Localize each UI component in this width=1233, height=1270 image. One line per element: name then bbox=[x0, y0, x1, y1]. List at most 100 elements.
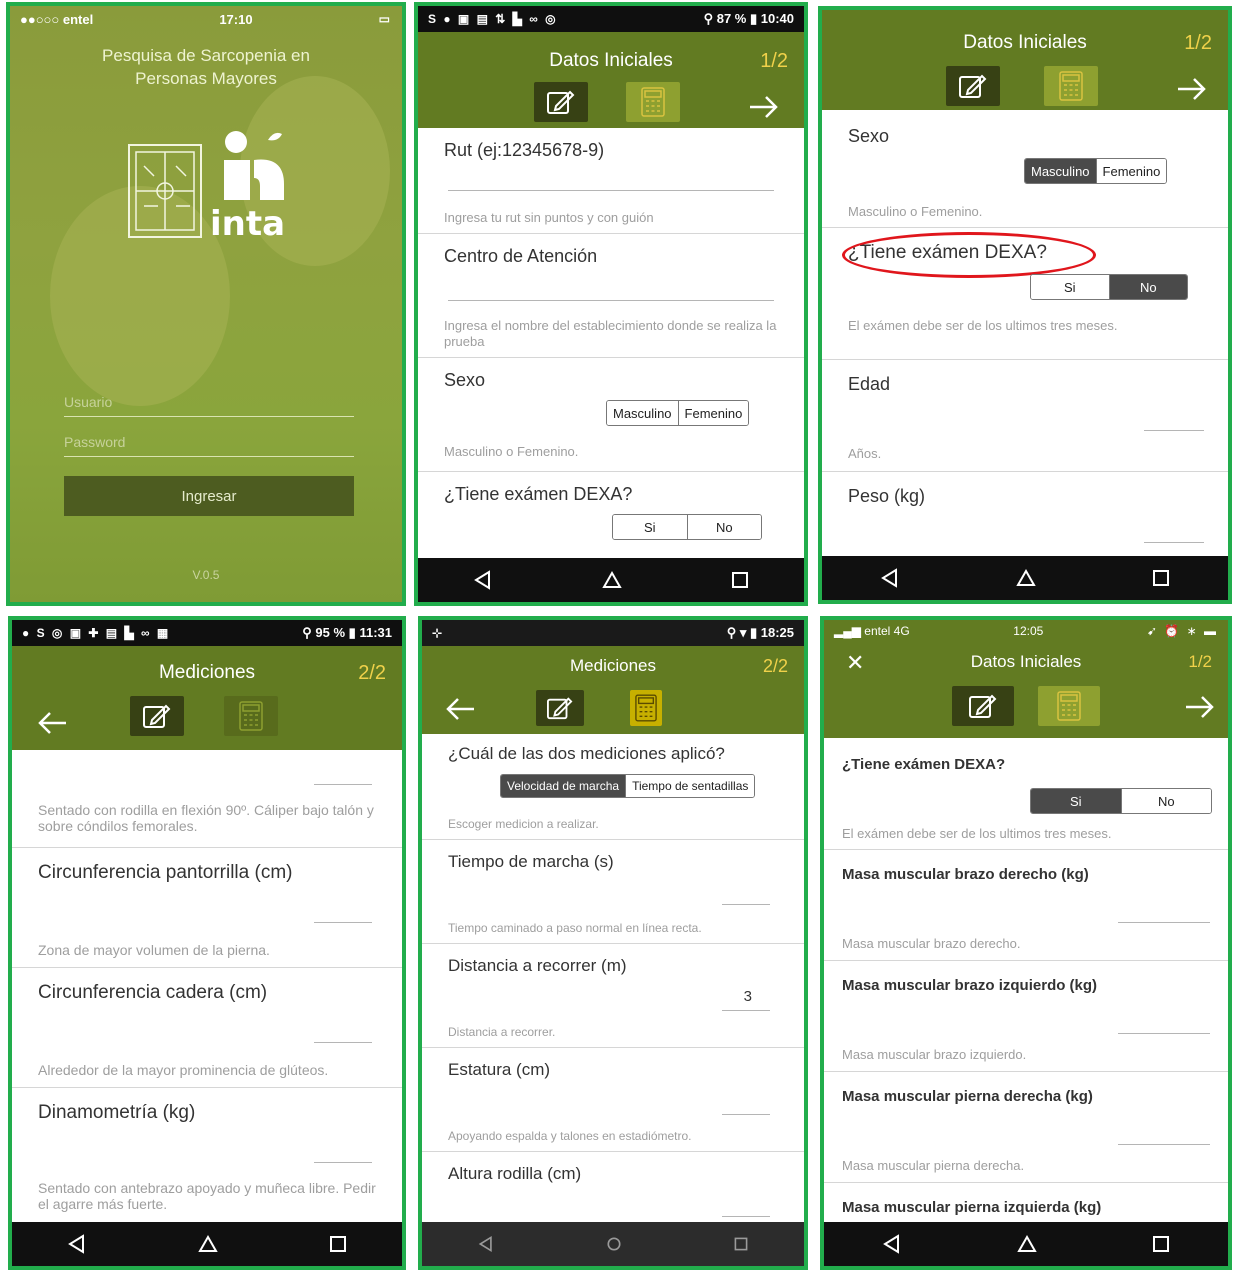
page-indicator: 1/2 bbox=[760, 50, 788, 72]
page-indicator: 1/2 bbox=[1184, 32, 1212, 54]
screen-title: Mediciones bbox=[570, 656, 656, 675]
app-header: Mediciones 2/2 bbox=[12, 646, 402, 750]
no-option[interactable]: No bbox=[686, 515, 761, 539]
femenino-option[interactable]: Femenino bbox=[677, 401, 749, 425]
clock: 10:40 bbox=[760, 11, 794, 26]
calculator-tab-button[interactable] bbox=[630, 690, 662, 726]
battery-icon: ▭ bbox=[378, 12, 392, 26]
distancia-recorrer-value[interactable]: 3 bbox=[744, 988, 752, 1005]
status-bar: ▂▄▆ entel 4G 12:05 ➹ ⏰ ∗ ▬ bbox=[824, 620, 1228, 642]
edit-tab-button[interactable] bbox=[946, 66, 1000, 106]
sexo-selector: Masculino Femenino bbox=[606, 400, 750, 426]
android-nav-bar bbox=[418, 558, 804, 602]
datos-iniciales-screen-a: S ● ▣ ▤ ⇅ ▙ ∞ ◎ ⚲ 87 % ▮ 10:40 Datos Ini… bbox=[414, 2, 808, 606]
circunferencia-cadera-input[interactable] bbox=[314, 1042, 372, 1043]
carrier-text: entel bbox=[864, 624, 891, 638]
calculator-tab-button[interactable] bbox=[626, 82, 680, 122]
signal-icon: ▂▄▆ bbox=[834, 624, 865, 638]
masculino-option[interactable]: Masculino bbox=[607, 401, 678, 425]
sexo-field: Sexo Masculino Femenino Masculino o Feme… bbox=[822, 110, 1228, 228]
masculino-option[interactable]: Masculino bbox=[1025, 159, 1096, 183]
tiempo-marcha-input[interactable] bbox=[722, 904, 770, 905]
page-indicator: 1/2 bbox=[1188, 652, 1212, 671]
velocidad-marcha-option[interactable]: Velocidad de marcha bbox=[501, 775, 626, 797]
centro-atencion-input[interactable] bbox=[448, 300, 774, 301]
triangle-back-icon[interactable] bbox=[66, 1233, 88, 1255]
distancia-recorrer-input[interactable] bbox=[722, 1010, 770, 1011]
si-option[interactable]: Si bbox=[1031, 789, 1121, 813]
square-recent-icon[interactable] bbox=[1151, 1234, 1171, 1254]
si-option[interactable]: Si bbox=[613, 515, 687, 539]
arrow-right-icon[interactable] bbox=[1180, 692, 1220, 722]
triangle-back-icon[interactable] bbox=[472, 569, 494, 591]
clock: 18:25 bbox=[760, 625, 794, 640]
no-option[interactable]: No bbox=[1108, 275, 1187, 299]
edit-tab-button[interactable] bbox=[130, 696, 184, 736]
masa-pierna-derecha-input[interactable] bbox=[1118, 1144, 1210, 1145]
triangle-back-icon[interactable] bbox=[477, 1235, 495, 1253]
clock: 17:10 bbox=[219, 11, 253, 27]
status-bar: S ● ▣ ▤ ⇅ ▙ ∞ ◎ ⚲ 87 % ▮ 10:40 bbox=[418, 6, 804, 32]
arrow-right-icon[interactable] bbox=[744, 92, 784, 122]
peso-input[interactable] bbox=[1144, 542, 1204, 543]
username-input[interactable]: Usuario bbox=[64, 394, 354, 417]
home-icon[interactable] bbox=[1016, 1233, 1038, 1255]
calculator-tab-button[interactable] bbox=[224, 696, 278, 736]
no-option[interactable]: No bbox=[1120, 789, 1211, 813]
square-recent-icon[interactable] bbox=[1151, 568, 1171, 588]
page-indicator: 2/2 bbox=[762, 656, 788, 676]
edit-tab-button[interactable] bbox=[534, 82, 588, 122]
edit-tab-button[interactable] bbox=[952, 686, 1014, 726]
tiempo-sentadillas-option[interactable]: Tiempo de sentadillas bbox=[625, 775, 755, 797]
app-title: Pesquisa de Sarcopenia en Personas Mayor… bbox=[102, 46, 310, 88]
version-label: V.0.5 bbox=[192, 568, 220, 582]
altura-rodilla-input[interactable] bbox=[722, 1216, 770, 1217]
pencil-icon bbox=[547, 90, 575, 114]
login-button[interactable]: Ingresar bbox=[64, 476, 354, 516]
masa-pierna-derecha-field: Masa muscular pierna derecha (kg) Masa m… bbox=[824, 1072, 1228, 1183]
dexa-field: ¿Tiene exámen DEXA? Si No El exámen debe… bbox=[824, 738, 1228, 850]
dinamometria-input[interactable] bbox=[314, 1162, 372, 1163]
circunferencia-pantorrilla-input[interactable] bbox=[314, 922, 372, 923]
circunferencia-cadera-field: Circunferencia cadera (cm) Alrededor de … bbox=[12, 968, 402, 1088]
femenino-option[interactable]: Femenino bbox=[1095, 159, 1167, 183]
square-recent-icon[interactable] bbox=[730, 570, 750, 590]
distancia-recorrer-field: Distancia a recorrer (m) 3 Distancia a r… bbox=[422, 944, 804, 1048]
location-icon: ⚲ bbox=[302, 625, 316, 640]
pencil-icon bbox=[143, 704, 171, 728]
triangle-back-icon[interactable] bbox=[879, 567, 901, 589]
edit-tab-button[interactable] bbox=[536, 690, 584, 726]
tiempo-marcha-field: Tiempo de marcha (s) Tiempo caminado a p… bbox=[422, 840, 804, 944]
home-icon[interactable] bbox=[601, 569, 623, 591]
arrow-left-icon[interactable] bbox=[32, 708, 72, 738]
masa-brazo-derecho-input[interactable] bbox=[1118, 922, 1210, 923]
si-option[interactable]: Si bbox=[1031, 275, 1109, 299]
form-area: Sexo Masculino Femenino Masculino o Feme… bbox=[822, 110, 1228, 600]
form-area: Rut (ej:12345678-9) Ingresa tu rut sin p… bbox=[418, 128, 804, 602]
home-icon[interactable] bbox=[605, 1235, 623, 1253]
sexo-field: Sexo Masculino Femenino Masculino o Feme… bbox=[418, 358, 804, 472]
arrow-left-icon[interactable] bbox=[440, 694, 480, 724]
edad-input[interactable] bbox=[1144, 430, 1204, 431]
previous-input[interactable] bbox=[314, 784, 372, 785]
android-nav-bar bbox=[12, 1222, 402, 1266]
arrow-right-icon[interactable] bbox=[1172, 74, 1212, 104]
estatura-input[interactable] bbox=[722, 1114, 770, 1115]
page-indicator: 2/2 bbox=[358, 662, 386, 684]
calculator-icon bbox=[635, 694, 657, 722]
masa-brazo-izquierdo-input[interactable] bbox=[1118, 1033, 1210, 1034]
highlight-oval bbox=[842, 232, 1096, 278]
location-icon: ⚲ ▾ ▮ bbox=[726, 625, 761, 640]
password-input[interactable]: Password bbox=[64, 434, 354, 457]
calculator-tab-button[interactable] bbox=[1038, 686, 1100, 726]
triangle-back-icon[interactable] bbox=[881, 1233, 903, 1255]
rut-input[interactable] bbox=[448, 190, 774, 191]
calculator-icon bbox=[239, 701, 263, 731]
calculator-tab-button[interactable] bbox=[1044, 66, 1098, 106]
location-icon: ⚲ bbox=[703, 11, 717, 26]
home-icon[interactable] bbox=[197, 1233, 219, 1255]
network-text: 4G bbox=[893, 624, 910, 638]
square-recent-icon[interactable] bbox=[733, 1236, 749, 1252]
square-recent-icon[interactable] bbox=[328, 1234, 348, 1254]
home-icon[interactable] bbox=[1015, 567, 1037, 589]
